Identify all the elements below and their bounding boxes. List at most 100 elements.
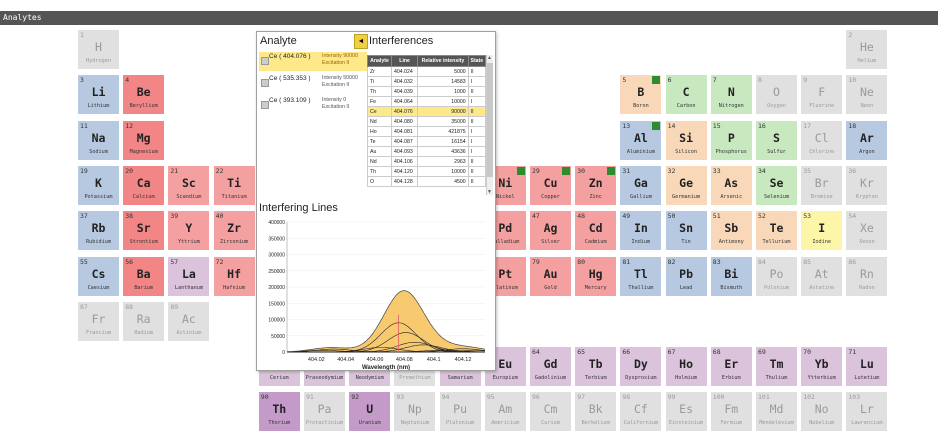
element-ti[interactable]: 22 Ti Titanium bbox=[212, 164, 256, 206]
element-ac[interactable]: 89 Ac Actinium bbox=[167, 300, 211, 342]
element-si[interactable]: 14 Si Silicon bbox=[664, 119, 708, 161]
table-row[interactable]: Ti 404.032 14583 I bbox=[367, 76, 487, 87]
element-u[interactable]: 92 U Uranium bbox=[348, 391, 392, 433]
table-row[interactable]: O 404.128 4500 II bbox=[367, 176, 487, 187]
element-cd[interactable]: 48 Cd Cadmium bbox=[574, 210, 618, 252]
element-hg[interactable]: 80 Hg Mercury bbox=[574, 255, 618, 297]
element-li[interactable]: 3 Li Lithium bbox=[77, 74, 120, 116]
element-au[interactable]: 79 Au Gold bbox=[529, 255, 572, 297]
element-ca[interactable]: 20 Ca Calcium bbox=[122, 164, 166, 206]
table-row[interactable]: Nd 404.080 35000 II bbox=[367, 116, 487, 127]
analyte-checkbox[interactable] bbox=[261, 57, 269, 65]
column-header-relative-intensity[interactable]: Relative intensity bbox=[417, 55, 469, 67]
element-cs[interactable]: 55 Cs Caesium bbox=[77, 255, 120, 297]
element-s[interactable]: 16 S Sulfur bbox=[755, 119, 798, 161]
element-at[interactable]: 85 At Astatine bbox=[800, 255, 844, 297]
element-te[interactable]: 52 Te Tellurium bbox=[755, 210, 798, 252]
element-rb[interactable]: 37 Rb Rubidium bbox=[77, 210, 120, 252]
element-c[interactable]: 6 C Carbon bbox=[664, 74, 708, 116]
element-sn[interactable]: 50 Sn Tin bbox=[664, 210, 708, 252]
element-pa[interactable]: 91 Pa Protactinium bbox=[303, 391, 346, 433]
element-pu[interactable]: 94 Pu Plutonium bbox=[438, 391, 482, 433]
element-pb[interactable]: 82 Pb Lead bbox=[664, 255, 708, 297]
element-cm[interactable]: 96 Cm Curium bbox=[529, 391, 572, 433]
element-yb[interactable]: 70 Yb Ytterbium bbox=[800, 346, 844, 388]
element-lu[interactable]: 71 Lu Lutetium bbox=[845, 346, 889, 388]
element-mg[interactable]: 12 Mg Magnesium bbox=[122, 119, 166, 161]
analyte-item[interactable]: Ce ( 535.353 ) Intensity 50000 Excitation… bbox=[259, 74, 367, 93]
element-ag[interactable]: 47 Ag Silver bbox=[529, 210, 572, 252]
element-as[interactable]: 33 As Arsenic bbox=[709, 164, 753, 206]
element-ga[interactable]: 31 Ga Gallium bbox=[619, 164, 663, 206]
element-p[interactable]: 15 P Phosphorus bbox=[709, 119, 753, 161]
element-sr[interactable]: 38 Sr Strontium bbox=[122, 210, 166, 252]
element-es[interactable]: 99 Es Einsteinium bbox=[664, 391, 708, 433]
element-np[interactable]: 93 Np Neptunium bbox=[393, 391, 437, 433]
element-sc[interactable]: 21 Sc Scandium bbox=[167, 164, 211, 206]
element-zn[interactable]: 30 Zn Zinc bbox=[574, 164, 618, 206]
table-scrollbar[interactable]: ▲ ▼ bbox=[486, 55, 493, 195]
element-md[interactable]: 101 Md Mendelevium bbox=[755, 391, 798, 433]
table-row[interactable]: Ho 404.081 421875 I bbox=[367, 126, 487, 137]
collapse-panel-button[interactable]: ◄ bbox=[354, 34, 368, 49]
element-th[interactable]: 90 Th Thorium bbox=[257, 391, 301, 433]
element-ba[interactable]: 56 Ba Barium bbox=[122, 255, 166, 297]
element-dy[interactable]: 66 Dy Dysprosium bbox=[619, 346, 663, 388]
element-gd[interactable]: 64 Gd Gadolinium bbox=[529, 346, 572, 388]
element-ho[interactable]: 67 Ho Holmium bbox=[664, 346, 708, 388]
element-zr[interactable]: 40 Zr Zirconium bbox=[212, 210, 256, 252]
element-no[interactable]: 102 No Nobelium bbox=[800, 391, 844, 433]
element-er[interactable]: 68 Er Erbium bbox=[709, 346, 753, 388]
element-po[interactable]: 84 Po Polonium bbox=[755, 255, 798, 297]
table-row[interactable]: Nd 404.106 2963 II bbox=[367, 156, 487, 167]
element-n[interactable]: 7 N Nitrogen bbox=[709, 74, 753, 116]
element-cl[interactable]: 17 Cl Chlorine bbox=[800, 119, 844, 161]
element-rn[interactable]: 86 Rn Radon bbox=[845, 255, 889, 297]
scroll-up-icon[interactable]: ▲ bbox=[487, 55, 492, 61]
analyte-item[interactable]: Ce ( 393.109 ) Intensity 0 Excitation II bbox=[259, 96, 367, 115]
element-fm[interactable]: 100 Fm Fermium bbox=[709, 391, 753, 433]
analyte-checkbox[interactable] bbox=[261, 79, 269, 87]
element-ra[interactable]: 88 Ra Radium bbox=[122, 300, 166, 342]
element-k[interactable]: 19 K Potassium bbox=[77, 164, 120, 206]
element-i[interactable]: 53 I Iodine bbox=[800, 210, 844, 252]
element-b[interactable]: 5 B Boron bbox=[619, 74, 663, 116]
element-am[interactable]: 95 Am Americium bbox=[483, 391, 527, 433]
element-tb[interactable]: 65 Tb Terbium bbox=[574, 346, 618, 388]
element-o[interactable]: 8 O Oxygen bbox=[755, 74, 798, 116]
element-in[interactable]: 49 In Indium bbox=[619, 210, 663, 252]
table-row[interactable]: Th 404.039 1000 II bbox=[367, 86, 487, 97]
element-se[interactable]: 34 Se Selenium bbox=[755, 164, 798, 206]
element-h[interactable]: 1 H Hydrogen bbox=[77, 29, 120, 70]
table-row[interactable]: Fe 404.064 10000 I bbox=[367, 96, 487, 107]
scroll-down-icon[interactable]: ▼ bbox=[487, 189, 492, 195]
analyte-checkbox[interactable] bbox=[261, 101, 269, 109]
element-la[interactable]: 57 La Lanthanum bbox=[167, 255, 211, 297]
table-row[interactable]: Ce 404.076 90000 II bbox=[367, 106, 487, 117]
element-kr[interactable]: 36 Kr Krypton bbox=[845, 164, 889, 206]
element-cu[interactable]: 29 Cu Copper bbox=[529, 164, 572, 206]
element-na[interactable]: 11 Na Sodium bbox=[77, 119, 120, 161]
element-al[interactable]: 13 Al Aluminium bbox=[619, 119, 663, 161]
element-sb[interactable]: 51 Sb Antimony bbox=[709, 210, 753, 252]
element-cf[interactable]: 98 Cf Californium bbox=[619, 391, 663, 433]
element-tm[interactable]: 69 Tm Thulium bbox=[755, 346, 798, 388]
column-header-analyte[interactable]: Analyte bbox=[367, 55, 392, 67]
element-ar[interactable]: 18 Ar Argon bbox=[845, 119, 889, 161]
element-hf[interactable]: 72 Hf Hafnium bbox=[212, 255, 256, 297]
table-row[interactable]: Th 404.120 10000 II bbox=[367, 166, 487, 177]
element-xe[interactable]: 54 Xe Xenon bbox=[845, 210, 889, 252]
element-bk[interactable]: 97 Bk Berkelium bbox=[574, 391, 618, 433]
element-fr[interactable]: 87 Fr Francium bbox=[77, 300, 120, 342]
element-be[interactable]: 4 Be Beryllium bbox=[122, 74, 166, 116]
element-ne[interactable]: 10 Ne Neon bbox=[845, 74, 889, 116]
column-header-line[interactable]: Line bbox=[390, 55, 419, 67]
scrollbar-thumb[interactable] bbox=[487, 63, 493, 177]
element-bi[interactable]: 83 Bi Bismuth bbox=[709, 255, 753, 297]
element-y[interactable]: 39 Y Yttrium bbox=[167, 210, 211, 252]
table-row[interactable]: Zr 404.024 5000 II bbox=[367, 66, 487, 77]
analyte-item[interactable]: Ce ( 404.076 ) Intensity 90000 Excitation… bbox=[259, 52, 367, 71]
table-row[interactable]: Te 404.087 16154 I bbox=[367, 136, 487, 147]
element-br[interactable]: 35 Br Bromine bbox=[800, 164, 844, 206]
table-row[interactable]: Au 404.093 43636 I bbox=[367, 146, 487, 157]
